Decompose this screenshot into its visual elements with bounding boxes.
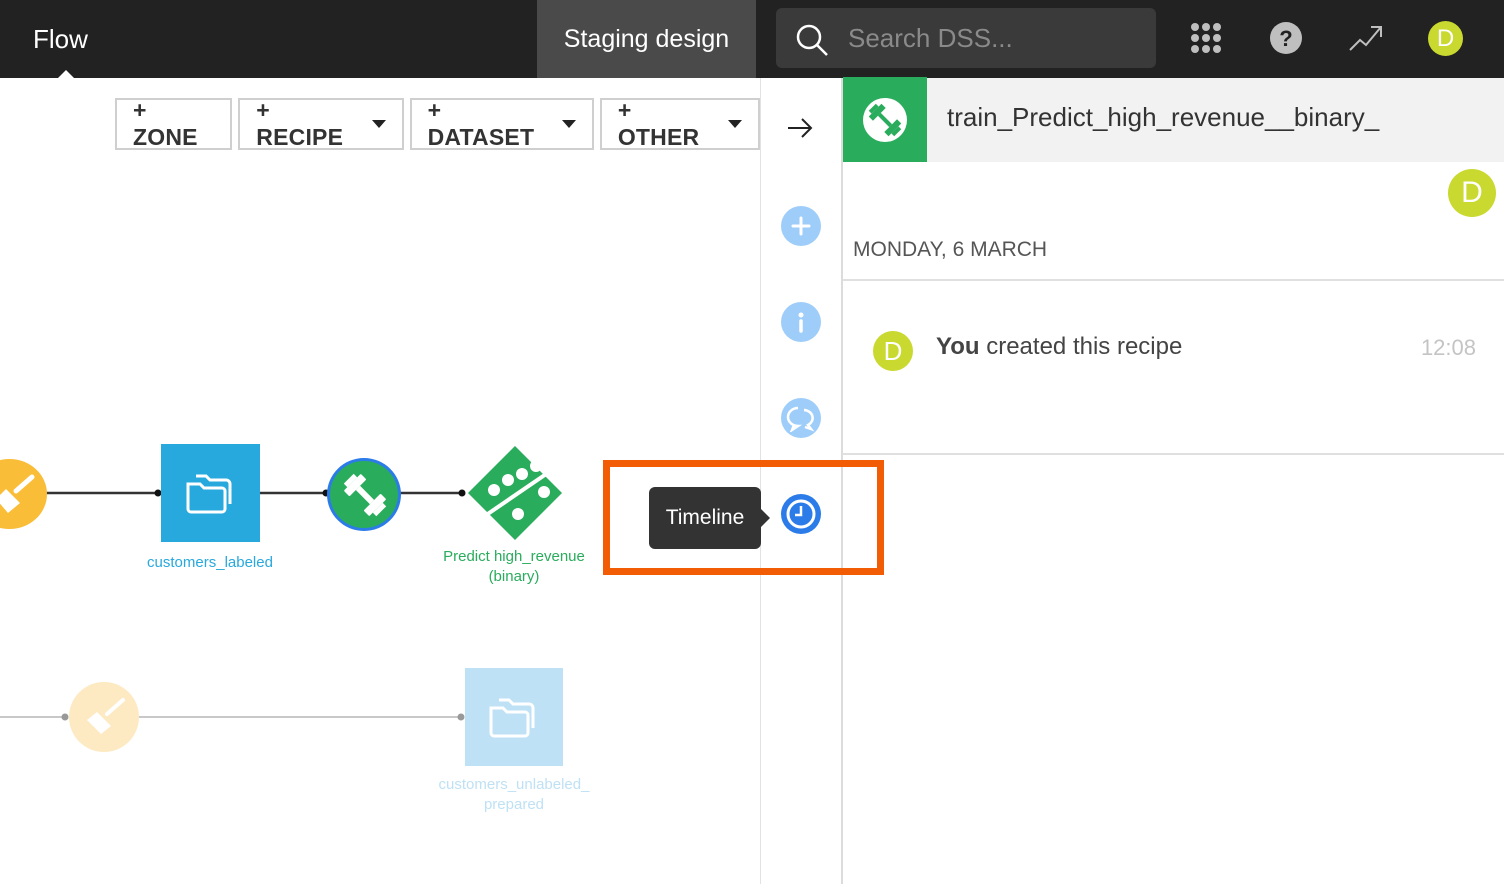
svg-text:?: ?: [1279, 26, 1292, 51]
event-time: 12:08: [1420, 335, 1476, 360]
activity-trend-icon[interactable]: [1346, 18, 1386, 58]
dataset-node-customers-labeled[interactable]: [161, 444, 260, 542]
divider: [843, 279, 1504, 281]
folder-icon: [489, 698, 535, 738]
help-icon[interactable]: ?: [1266, 18, 1306, 58]
user-avatar[interactable]: D: [1428, 21, 1463, 56]
edge-endpoint: [457, 713, 465, 721]
saved-model-label[interactable]: Predict high_revenue (binary): [424, 547, 604, 587]
panel-header: train_Predict_high_revenue__binary_: [843, 78, 1504, 162]
event-avatar[interactable]: D: [873, 331, 913, 371]
apps-grid-icon[interactable]: [1186, 18, 1226, 58]
timeline-panel: train_Predict_high_revenue__binary_ D MO…: [843, 78, 1504, 884]
dataset-label-faded[interactable]: customers_unlabeled_ prepared: [414, 775, 614, 815]
event-actor[interactable]: You: [936, 333, 980, 360]
edge-endpoint: [458, 489, 466, 497]
chat-icon: [786, 406, 815, 432]
dataset-label[interactable]: customers_labeled: [120, 553, 300, 573]
discussions-tab[interactable]: [781, 398, 821, 438]
broom-icon: [0, 474, 35, 513]
event-description: You created this recipe: [936, 333, 1182, 361]
train-recipe-node[interactable]: [327, 458, 401, 531]
author-avatar[interactable]: D: [1448, 169, 1496, 217]
project-tab[interactable]: Staging design: [537, 0, 756, 78]
search-input[interactable]: [848, 18, 1138, 58]
dataset-label-line2: prepared: [483, 796, 545, 813]
edge-endpoint: [61, 713, 69, 721]
divider: [843, 453, 1504, 455]
panel-title: train_Predict_high_revenue__binary_: [947, 102, 1380, 132]
saved-model-icon: [468, 446, 562, 540]
broom-icon: [87, 698, 125, 734]
search-box[interactable]: [776, 8, 1156, 68]
right-panel-tabs: [760, 78, 843, 884]
clock-icon: [786, 499, 816, 529]
dataset-node-customers-unlabeled-prepared[interactable]: [465, 668, 563, 766]
top-navigation-bar: Flow Staging design ? D: [0, 0, 1504, 80]
dataset-label-line1: customers_unlabeled_: [438, 776, 590, 793]
prepare-recipe-node-faded[interactable]: [69, 682, 139, 752]
plus-icon: [791, 216, 811, 236]
train-recipe-icon: [843, 78, 927, 162]
flow-section-title[interactable]: Flow: [33, 22, 88, 56]
saved-model-label-line1: Predict high_revenue: [443, 548, 585, 565]
dumbbell-icon: [343, 473, 387, 517]
search-icon: [796, 24, 828, 56]
event-action: created this recipe: [986, 333, 1183, 360]
saved-model-label-line2: (binary): [488, 568, 540, 585]
folder-icon: [186, 474, 232, 514]
timeline-tab[interactable]: [781, 494, 821, 534]
saved-model-node[interactable]: [466, 444, 564, 542]
timeline-date-heading: MONDAY, 6 MARCH: [853, 238, 1048, 261]
actions-tab[interactable]: [781, 206, 821, 246]
details-tab[interactable]: [781, 302, 821, 342]
timeline-tooltip: Timeline: [649, 487, 770, 549]
arrow-right-icon[interactable]: [785, 116, 815, 145]
flow-canvas[interactable]: + ZONE + RECIPE + DATASET + OTHER custom…: [0, 78, 760, 884]
active-section-caret: [58, 70, 74, 78]
info-icon: [798, 312, 804, 333]
